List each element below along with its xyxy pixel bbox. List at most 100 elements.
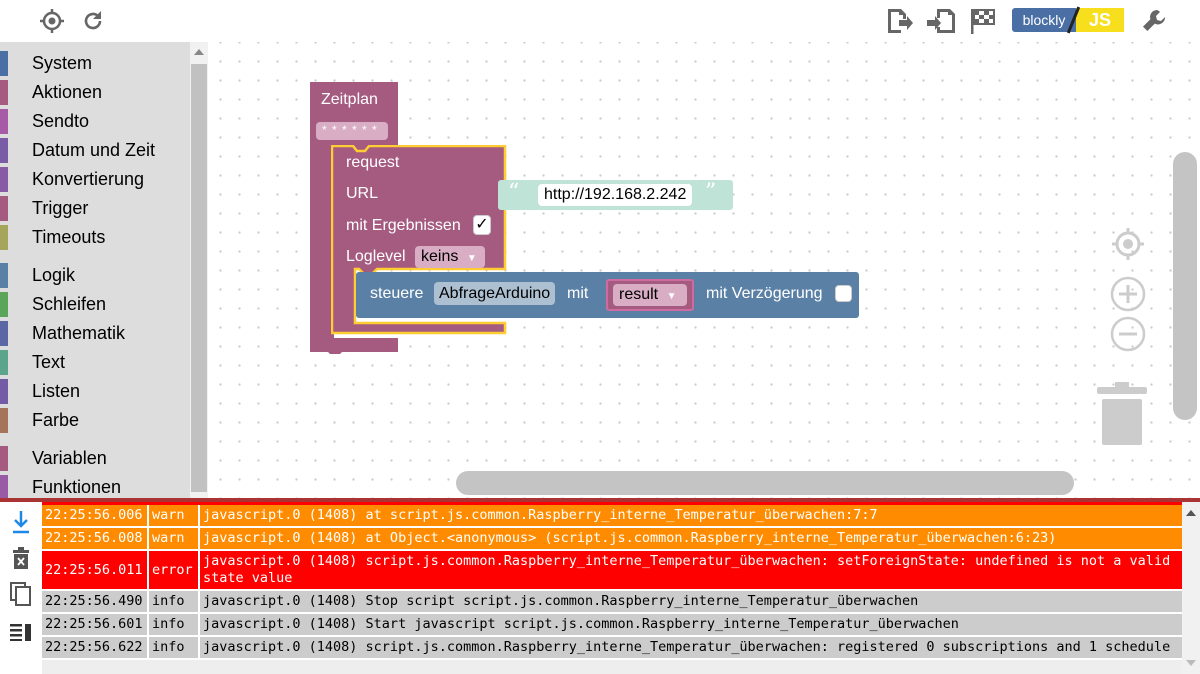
js-label: JS [1076, 8, 1124, 32]
category-color [0, 292, 8, 317]
sidebar-scrollbar[interactable] [190, 42, 208, 498]
category-aktionen[interactable]: Aktionen [0, 78, 190, 107]
dropdown-arrow-icon: ▼ [666, 291, 677, 302]
category-color [0, 51, 8, 76]
category-variablen[interactable]: Variablen [0, 444, 190, 473]
category-konvertierung[interactable]: Konvertierung [0, 165, 190, 194]
category-color [0, 167, 8, 192]
center-workspace-icon[interactable] [1111, 227, 1145, 266]
loglevel-dropdown[interactable]: keins ▼ [415, 246, 485, 268]
log-time: 22:25:56.490 [42, 591, 149, 612]
scroll-up-arrow-icon[interactable] [1186, 510, 1196, 516]
log-level: info [149, 591, 200, 612]
category-text[interactable]: Text [0, 348, 190, 377]
open-quote-icon: “ [508, 180, 520, 205]
log-row: 22:25:56.011 error javascript.0 (1408) s… [42, 551, 1182, 591]
locate-icon[interactable] [37, 6, 67, 36]
category-logik[interactable]: Logik [0, 261, 190, 290]
copy-log-icon[interactable] [9, 582, 33, 606]
toolbox-sidebar: System Aktionen Sendto Datum und Zeit Ko… [0, 42, 190, 498]
blockly-js-toggle[interactable]: blockly JS [1012, 6, 1124, 34]
category-funktionen[interactable]: Funktionen [0, 473, 190, 498]
category-mathematik[interactable]: Mathematik [0, 319, 190, 348]
scroll-up-arrow-icon[interactable] [194, 49, 204, 55]
category-label: Variablen [32, 448, 107, 468]
log-message: javascript.0 (1408) Start javascript scr… [203, 616, 959, 632]
category-label: Farbe [32, 410, 80, 430]
category-datum-und-zeit[interactable]: Datum und Zeit [0, 136, 190, 165]
result-variable-block[interactable]: result ▼ [606, 279, 694, 311]
category-system[interactable]: System [0, 49, 190, 78]
log-message: javascript.0 (1408) script.js.common.Ras… [203, 553, 1171, 586]
category-farbe[interactable]: Farbe [0, 406, 190, 435]
log-time: 22:25:56.006 [42, 505, 149, 526]
log-row: 22:25:56.601 info javascript.0 (1408) St… [42, 614, 1182, 637]
category-color [0, 263, 8, 288]
wrench-icon[interactable] [1139, 6, 1169, 36]
category-color [0, 321, 8, 346]
category-label: Logik [32, 265, 76, 285]
control-label: steuere [370, 285, 424, 302]
log-details-icon[interactable] [9, 620, 33, 644]
category-label: Datum und Zeit [32, 140, 156, 160]
category-sendto[interactable]: Sendto [0, 107, 190, 136]
url-text-block[interactable]: “ http://192.168.2.242 ” [498, 180, 733, 210]
category-color [0, 196, 8, 221]
import-icon[interactable] [926, 6, 956, 36]
log-level: info [149, 614, 200, 635]
category-schleifen[interactable]: Schleifen [0, 290, 190, 319]
category-label: Sendto [32, 111, 90, 131]
log-row: 22:25:56.008 warn javascript.0 (1408) at… [42, 528, 1182, 551]
category-label: Funktionen [32, 477, 122, 497]
control-target-field[interactable]: AbfrageArduino [434, 282, 556, 305]
log-level: warn [149, 505, 200, 526]
export-icon[interactable] [884, 6, 914, 36]
category-color [0, 225, 8, 250]
category-label: System [32, 53, 93, 73]
category-color [0, 446, 8, 471]
log-time: 22:25:56.622 [42, 637, 149, 658]
cron-field[interactable]: * * * * * * [322, 123, 378, 137]
blockly-workspace[interactable]: Zeitplan * * * * * * request URL mit Erg… [208, 42, 1200, 498]
category-color [0, 475, 8, 498]
zoom-in-icon[interactable] [1110, 276, 1146, 317]
log-time: 22:25:56.011 [42, 551, 149, 589]
category-color [0, 408, 8, 433]
log-message: javascript.0 (1408) script.js.common.Ras… [203, 639, 1171, 655]
category-label: Aktionen [32, 82, 103, 102]
results-label: mit Ergebnissen [346, 217, 461, 234]
checkered-flag-icon[interactable] [967, 6, 997, 36]
sidebar-scrollbar-thumb[interactable] [191, 64, 207, 492]
category-color [0, 350, 8, 375]
category-listen[interactable]: Listen [0, 377, 190, 406]
category-separator [0, 435, 190, 444]
close-quote-icon: ” [705, 180, 717, 205]
refresh-icon[interactable] [78, 6, 108, 36]
zoom-out-icon[interactable] [1110, 316, 1146, 357]
log-row: 22:25:56.490 info javascript.0 (1408) St… [42, 591, 1182, 614]
workspace-horizontal-scrollbar[interactable] [456, 471, 1074, 495]
workspace-vertical-scrollbar[interactable] [1173, 152, 1197, 420]
log-level: warn [149, 528, 200, 549]
loglevel-label: Loglevel [346, 248, 406, 265]
category-trigger[interactable]: Trigger [0, 194, 190, 223]
scroll-down-arrow-icon[interactable] [1186, 660, 1196, 666]
category-label: Listen [32, 381, 81, 401]
clear-log-icon[interactable] [9, 546, 33, 570]
log-scrollbar[interactable] [1182, 502, 1200, 674]
trash-icon[interactable] [1097, 382, 1147, 453]
category-timeouts[interactable]: Timeouts [0, 223, 190, 252]
url-input[interactable]: http://192.168.2.242 [538, 184, 693, 206]
with-label: mit [567, 285, 589, 302]
category-label: Timeouts [32, 227, 106, 247]
log-message: javascript.0 (1408) at script.js.common.… [203, 507, 878, 523]
log-row: 22:25:56.006 warn javascript.0 (1408) at… [42, 505, 1182, 528]
toolbar: blockly JS [0, 0, 1200, 42]
log-level: error [149, 551, 200, 589]
log-time: 22:25:56.008 [42, 528, 149, 549]
scroll-to-bottom-icon[interactable] [9, 510, 33, 534]
delay-checkbox[interactable] [835, 285, 852, 302]
category-color [0, 379, 8, 404]
results-checkbox[interactable]: ✓ [473, 215, 491, 235]
result-dropdown[interactable]: result ▼ [613, 284, 687, 306]
